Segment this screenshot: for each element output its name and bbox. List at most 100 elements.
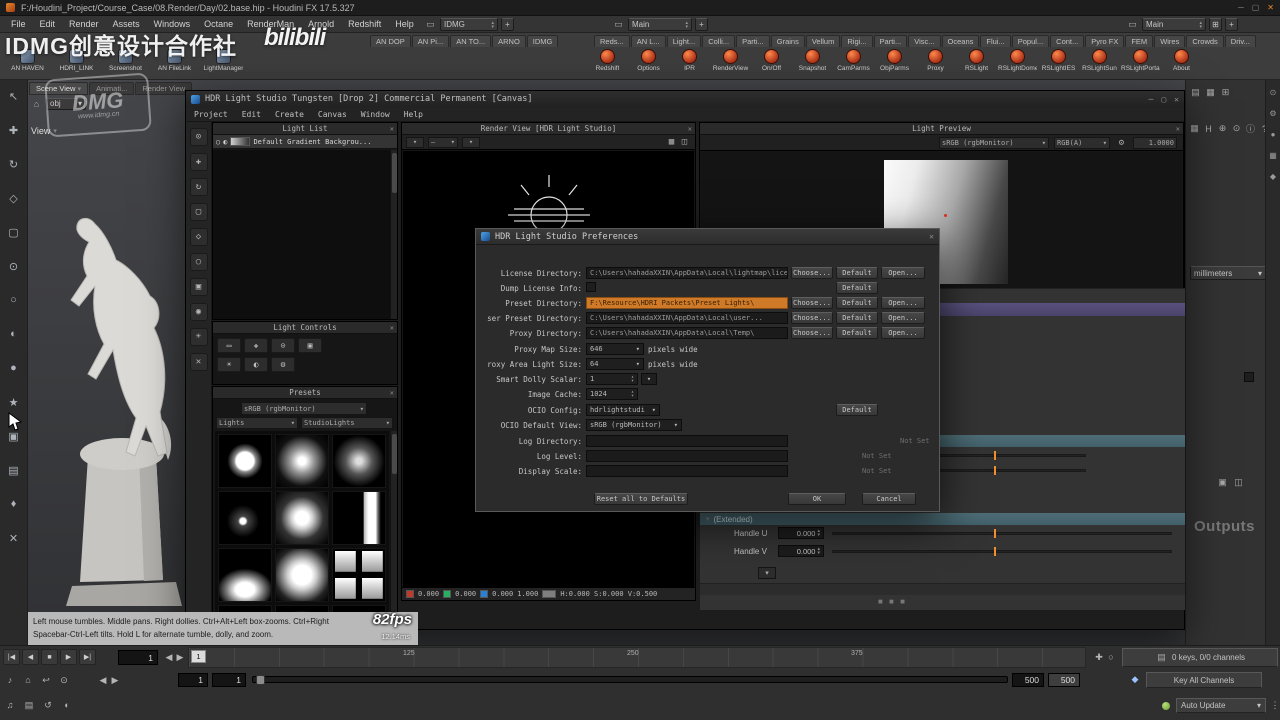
sun-icon[interactable]: ☀ [217, 357, 241, 372]
shelf-tab[interactable]: AN TO... [450, 35, 492, 47]
shelf-tab[interactable]: Oceans [941, 35, 980, 47]
shelf-tool[interactable]: On/Off [752, 49, 791, 72]
key-icon[interactable]: ◆ [1128, 672, 1142, 686]
info-icon[interactable]: ⓘ [1244, 122, 1257, 135]
hdr-menu-item[interactable]: Help [398, 109, 429, 120]
handles-icon[interactable]: ▢ [4, 222, 24, 242]
ocio-view-selector[interactable]: sRGB (rgbMonitor) ▾ [586, 419, 682, 431]
light-list-body[interactable] [213, 150, 390, 319]
hdr-menu-item[interactable]: Edit [236, 109, 267, 120]
reset-defaults-button[interactable]: Reset all to Defaults [594, 493, 688, 505]
shelf-tool[interactable]: RSLightSun [1080, 49, 1119, 72]
shelf-tab[interactable]: Vellum [805, 35, 841, 47]
shelf-tab[interactable]: AN DOP [370, 35, 411, 47]
gear-icon[interactable]: ⚙ [1115, 136, 1128, 149]
user-choose-button[interactable]: Choose... [791, 312, 833, 324]
proxy-area-size-selector[interactable]: 64 ▾ [586, 358, 644, 370]
auto-update-selector[interactable]: Auto Update ▾ [1176, 698, 1266, 713]
preview-colorspace-selector[interactable]: sRGB (rgbMonitor) ▾ [939, 136, 1049, 149]
shape-icon[interactable]: ◇ [189, 228, 208, 246]
preset-tile[interactable] [218, 548, 272, 602]
solo-icon[interactable]: ◐ [223, 138, 227, 146]
shelf-tab[interactable]: Parti... [736, 35, 770, 47]
close-icon[interactable]: ✕ [1176, 125, 1180, 133]
close-icon[interactable]: ✕ [390, 389, 394, 397]
rv-menu-selector[interactable]: ▾ [406, 136, 424, 148]
split-view-icon[interactable]: ◫ [1232, 476, 1245, 489]
target-icon[interactable]: ◉ [189, 303, 208, 321]
prefs-titlebar[interactable]: HDR Light Studio Preferences ✕ [476, 229, 939, 245]
ocio-default-button[interactable]: Default [836, 404, 878, 416]
shelf-tab[interactable]: Colli... [702, 35, 736, 47]
snap-icon[interactable]: ⊙ [4, 256, 24, 276]
ocio-config-selector[interactable]: hdrlightstudi ▾ [586, 404, 660, 416]
rv-grid-icon[interactable]: ▦ [665, 136, 678, 149]
split-icon[interactable]: ⊞ [1219, 86, 1232, 99]
layout-icon[interactable]: ▤ [1189, 86, 1202, 99]
preview-exposure-field[interactable]: 1.0000 [1133, 136, 1177, 149]
target-icon[interactable]: ⊙ [1230, 122, 1243, 135]
menu-item[interactable]: Help [388, 17, 421, 31]
hotkey-icon[interactable]: H [1202, 122, 1215, 135]
shelf-tab[interactable]: ARNO [492, 35, 526, 47]
horse-statue-model[interactable] [38, 202, 194, 610]
pane-scene-selector[interactable]: Main ▴ ▾ [1142, 18, 1206, 31]
display-scale-input[interactable] [586, 465, 788, 477]
user-default-button[interactable]: Default [836, 312, 878, 324]
prefs-close-icon[interactable]: ✕ [929, 232, 934, 241]
proxy-choose-button[interactable]: Choose... [791, 327, 833, 339]
undo-range-icon[interactable]: ↩ [39, 673, 53, 687]
user-preset-dir-input[interactable]: C:\Users\hahadaXXIN\AppData\Local\user..… [586, 312, 788, 324]
shelf-tab[interactable]: IDMG [526, 35, 559, 47]
netview-grid-icon[interactable]: ▦ [1188, 122, 1201, 135]
close-icon[interactable]: ✕ [688, 125, 692, 133]
misc-icon[interactable]: ♦ [4, 494, 24, 514]
delete-icon[interactable]: ✕ [189, 353, 208, 371]
diamond-icon[interactable]: ◆ [1270, 172, 1276, 181]
preset-tile[interactable] [275, 491, 329, 545]
shelf-tool[interactable]: Options [629, 49, 668, 72]
scene-selector[interactable]: Main ▴ ▾ [628, 18, 692, 31]
proxy-default-button[interactable]: Default [836, 327, 878, 339]
shelf-tool[interactable]: Redshift [588, 49, 627, 72]
range-end-field[interactable]: 500 [1012, 673, 1044, 687]
proxy-open-button[interactable]: Open... [881, 327, 925, 339]
grid-icon[interactable]: ▦ [1269, 151, 1277, 160]
shelf-tab[interactable]: Rigi... [841, 35, 873, 47]
range-start-field[interactable]: 1 [178, 673, 208, 687]
area-light-icon[interactable]: ▭ [217, 338, 241, 353]
hdr-menu-item[interactable]: Create [269, 109, 310, 120]
smart-dolly-dropdown[interactable]: ▾ [641, 373, 657, 385]
shelf-tab[interactable]: Light... [666, 35, 702, 47]
more-icon[interactable]: ⋮ [1268, 698, 1280, 712]
ok-button[interactable]: OK [788, 493, 846, 505]
shelf-tab[interactable]: Grains [770, 35, 805, 47]
translate-icon[interactable]: ✚ [4, 120, 24, 140]
select-arrow-icon[interactable]: ↖ [4, 86, 24, 106]
license-choose-button[interactable]: Choose... [791, 267, 833, 279]
cancel-button[interactable]: Cancel [862, 493, 916, 505]
handle-v-slider[interactable] [832, 550, 1172, 553]
shelf-tab[interactable]: Visc... [908, 35, 941, 47]
spot-icon[interactable]: ⊙ [271, 338, 295, 353]
add-scene-button[interactable]: + [695, 18, 708, 31]
preset-tile[interactable] [332, 491, 386, 545]
handle-u-slider[interactable] [832, 532, 1172, 535]
shelf-tab[interactable]: Driv... [1224, 35, 1256, 47]
frame-fwd-button[interactable]: ▶ [173, 650, 187, 664]
license-default-button[interactable]: Default [836, 267, 878, 279]
light-icon[interactable]: ☀ [189, 328, 208, 346]
play-button[interactable]: ▶ [60, 649, 77, 665]
close-icon[interactable]: ✕ [1267, 3, 1274, 12]
minimize-icon[interactable]: ─ [1238, 3, 1244, 12]
erase-icon[interactable]: ✕ [4, 528, 24, 548]
preset-tile[interactable] [332, 434, 386, 488]
range-end-field2[interactable]: 500 [1048, 673, 1080, 687]
playhead-marker[interactable]: 1 [191, 650, 206, 663]
gear-icon[interactable]: ⚙ [1269, 109, 1276, 118]
shelf-tool[interactable]: Proxy [916, 49, 955, 72]
dot-icon[interactable]: ● [1271, 130, 1276, 139]
pane-add-button[interactable]: + [1225, 18, 1238, 31]
hdr-minimize-icon[interactable]: ─ [1149, 95, 1154, 104]
license-open-button[interactable]: Open... [881, 267, 925, 279]
